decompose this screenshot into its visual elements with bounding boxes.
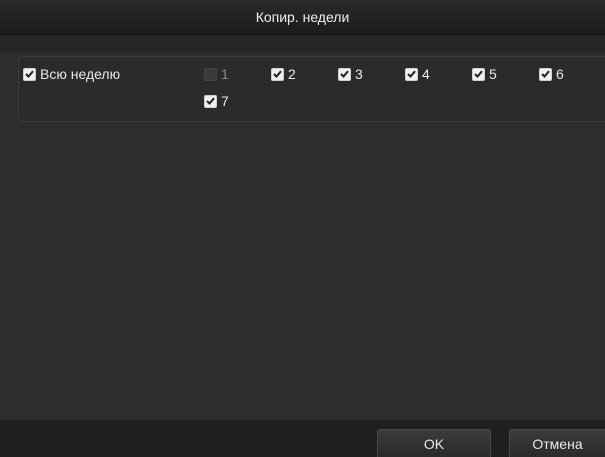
- check-icon: [472, 67, 485, 81]
- cancel-button-label: Отмена: [532, 435, 583, 452]
- day-7-checkbox[interactable]: 7: [204, 93, 229, 109]
- day-7-label: 7: [221, 93, 229, 109]
- day-2-label: 2: [288, 66, 296, 82]
- check-icon: [204, 94, 217, 108]
- dialog-title: Копир. недели: [255, 9, 350, 25]
- day-6-checkbox[interactable]: 6: [539, 66, 564, 82]
- cancel-button[interactable]: Отмена: [509, 429, 605, 457]
- day-5-checkbox[interactable]: 5: [472, 66, 497, 82]
- ok-button[interactable]: OK: [377, 429, 491, 457]
- ok-button-label: OK: [423, 435, 445, 452]
- day-3-checkbox[interactable]: 3: [338, 66, 363, 82]
- day-4-checkbox[interactable]: 4: [405, 66, 430, 82]
- select-all-week-checkbox[interactable]: Всю неделю: [23, 66, 120, 82]
- day-1-checkbox[interactable]: 1: [204, 66, 229, 82]
- day-4-label: 4: [422, 66, 430, 82]
- check-icon: [338, 67, 351, 81]
- day-2-checkbox[interactable]: 2: [271, 66, 296, 82]
- check-icon: [539, 67, 552, 81]
- unchecked-box-icon: [204, 67, 217, 81]
- day-3-label: 3: [355, 66, 363, 82]
- check-icon: [271, 67, 284, 81]
- day-5-label: 5: [489, 66, 497, 82]
- select-all-week-label: Всю неделю: [40, 66, 121, 82]
- dialog-subbar: [0, 35, 605, 53]
- day-6-label: 6: [556, 66, 564, 82]
- day-1-label: 1: [221, 66, 229, 82]
- dialog-titlebar: Копир. недели: [0, 0, 605, 35]
- check-icon: [405, 67, 418, 81]
- copy-week-dialog: Копир. недели Всю неделю 1 2 3 4 5 6 7 O…: [0, 0, 605, 457]
- check-icon: [23, 67, 36, 81]
